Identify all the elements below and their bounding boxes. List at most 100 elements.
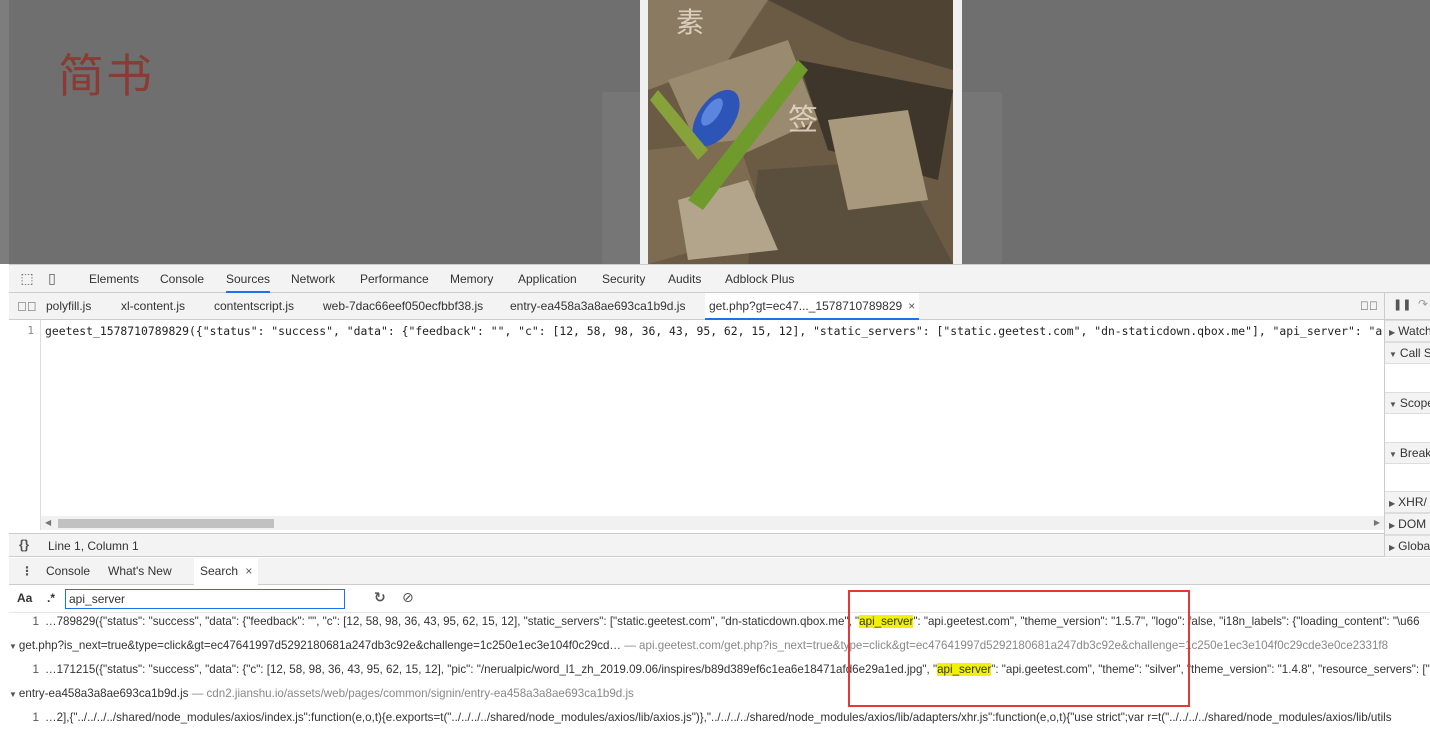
result-text-before: …171215({"status": "success", "data": {"…: [45, 663, 938, 676]
tab-application[interactable]: Application: [518, 265, 577, 293]
pane-label: Call S: [1399, 346, 1430, 360]
svg-text:素: 素: [676, 6, 704, 39]
code-line[interactable]: geetest_1578710789829({"status": "succes…: [45, 324, 1383, 338]
file-tab-get-php[interactable]: get.php?gt=ec47..._1578710789829 ×: [705, 293, 920, 320]
pane-label: DOM: [1398, 517, 1427, 531]
pane-scope[interactable]: ▼Scope: [1385, 392, 1430, 414]
inspect-element-icon[interactable]: ⬚: [19, 270, 35, 286]
close-tab-icon[interactable]: ×: [908, 299, 915, 313]
viewport-edge: [0, 0, 9, 264]
editor-status-bar: {} Line 1, Column 1: [9, 533, 1384, 557]
result-line-number: 1: [32, 615, 39, 628]
drawer-menu-icon[interactable]: ⋮: [21, 558, 33, 585]
file-tab-xl-content[interactable]: xl-content.js: [121, 293, 185, 320]
tab-console[interactable]: Console: [160, 265, 204, 293]
horizontal-scrollbar[interactable]: ◀ ▶: [41, 516, 1384, 530]
expand-icon: ▶: [1389, 328, 1396, 337]
navigator-toggle-icon[interactable]: ▸⃞: [17, 293, 37, 320]
search-input[interactable]: [65, 589, 345, 609]
pane-xhr-breakpoints[interactable]: ▶ XHR/: [1385, 491, 1430, 513]
drawer-tabbar: ⋮ Console What's New Search ×: [9, 558, 1430, 585]
source-file-tabs: ▸⃞ polyfill.js xl-content.js contentscri…: [9, 293, 1384, 320]
close-drawer-tab-icon[interactable]: ×: [245, 564, 252, 578]
tab-elements[interactable]: Elements: [89, 265, 139, 293]
drawer-tab-search-label: Search: [200, 564, 239, 578]
clear-icon[interactable]: ⊘: [402, 589, 414, 606]
device-toolbar-icon[interactable]: ▯: [44, 270, 60, 286]
result-file-name: get.php?is_next=true&type=click&gt=ec476…: [18, 639, 622, 652]
pane-label: Watch: [1398, 324, 1430, 338]
collapse-icon: ▼: [9, 690, 17, 699]
captcha-image[interactable]: 素 签: [648, 0, 953, 264]
match-case-toggle[interactable]: Aa: [17, 591, 32, 605]
pane-label: Scope: [1399, 396, 1430, 410]
search-result-line[interactable]: 1 …789829({"status": "success", "data": {…: [9, 615, 1430, 631]
drawer-tab-search[interactable]: Search ×: [194, 558, 259, 585]
scroll-left-icon[interactable]: ◀: [45, 516, 51, 530]
scrollbar-thumb[interactable]: [58, 519, 274, 528]
refresh-icon[interactable]: ↻: [374, 589, 386, 606]
line-number: 1: [27, 324, 34, 337]
pane-dom-breakpoints[interactable]: ▶ DOM: [1385, 513, 1430, 535]
code-editor[interactable]: 1 geetest_1578710789829({"status": "succ…: [9, 320, 1384, 546]
result-match: api_server: [937, 663, 992, 676]
result-file-url: — cdn2.jianshu.io/assets/web/pages/commo…: [188, 687, 634, 700]
pane-label: XHR/: [1398, 495, 1427, 509]
result-line-number: 1: [32, 711, 39, 724]
debugger-toolbar: ❚❚ ↷: [1385, 293, 1430, 320]
file-tab-contentscript[interactable]: contentscript.js: [214, 293, 294, 320]
collapse-icon: ▼: [1389, 450, 1397, 459]
cursor-position: Line 1, Column 1: [48, 539, 139, 553]
tab-security[interactable]: Security: [602, 265, 645, 293]
pane-call-stack[interactable]: ▼ Call S: [1385, 342, 1430, 364]
devtools-panel: ⬚ ▯ Elements Console Sources Network Per…: [9, 264, 1430, 738]
scroll-right-icon[interactable]: ▶: [1374, 516, 1380, 530]
search-result-file[interactable]: ▼ get.php?is_next=true&type=click&gt=ec47…: [9, 639, 1430, 655]
tab-adblock-plus[interactable]: Adblock Plus: [725, 265, 794, 293]
result-match: api_server: [859, 615, 914, 628]
collapse-icon: ▼: [9, 642, 17, 651]
pane-label: Break: [1399, 446, 1430, 460]
drawer-tab-console[interactable]: Console: [46, 558, 90, 585]
result-text-before: …2],{"../../../../shared/node_modules/ax…: [45, 711, 1392, 724]
result-file-name: entry-ea458a3a8ae693ca1b9d.js: [18, 687, 189, 700]
expand-icon: ▶: [1389, 499, 1396, 508]
pane-watch[interactable]: ▶ Watch: [1385, 320, 1430, 342]
file-tab-entry[interactable]: entry-ea458a3a8ae693ca1b9d.js: [510, 293, 685, 320]
tab-sources[interactable]: Sources: [226, 265, 271, 293]
pane-label: Globa: [1398, 539, 1430, 553]
drawer-tab-whats-new[interactable]: What's New: [108, 558, 172, 585]
tab-memory[interactable]: Memory: [450, 265, 493, 293]
result-file-url: — api.geetest.com/get.php?is_next=true&t…: [621, 639, 1389, 652]
result-text-before: …789829({"status": "success", "data": {"…: [45, 615, 860, 628]
site-logo: 简书: [58, 49, 154, 103]
regex-toggle[interactable]: .*: [47, 591, 55, 605]
search-toolbar: Aa .* ↻ ⊘: [9, 585, 1430, 613]
tab-audits[interactable]: Audits: [668, 265, 701, 293]
file-tab-polyfill[interactable]: polyfill.js: [46, 293, 91, 320]
search-results: 1 …789829({"status": "success", "data": {…: [9, 613, 1430, 738]
expand-icon: ▶: [1389, 521, 1396, 530]
file-tab-web-bundle[interactable]: web-7dac66eef050ecfbbf38.js: [323, 293, 483, 320]
expand-icon: ▶: [1389, 543, 1396, 552]
result-line-number: 1: [32, 663, 39, 676]
step-over-icon[interactable]: ↷: [1418, 297, 1428, 311]
page-viewport: 简书 素 签: [0, 0, 1430, 264]
pane-breakpoints[interactable]: ▼ Break: [1385, 442, 1430, 464]
pretty-print-button[interactable]: {}: [19, 537, 29, 552]
file-tab-get-php-label: get.php?gt=ec47..._1578710789829: [709, 299, 903, 313]
svg-text:签: 签: [788, 103, 818, 138]
search-result-line[interactable]: 1 …2],{"../../../../shared/node_modules/a…: [9, 711, 1430, 727]
pane-global-listeners[interactable]: ▶ Globa: [1385, 535, 1430, 557]
result-text-after: ": "api.geetest.com", "theme": "silver",…: [991, 663, 1430, 676]
search-result-file[interactable]: ▼ entry-ea458a3a8ae693ca1b9d.js — cdn2.ji…: [9, 687, 1430, 703]
debugger-sidebar: ❚❚ ↷ ▶Watch ▼Call S ▼Scope ▼Break ▶XHR/ …: [1384, 293, 1430, 557]
captcha-frame: 素 签: [640, 0, 962, 264]
search-result-line[interactable]: 1 …171215({"status": "success", "data": {…: [9, 663, 1430, 679]
tab-network[interactable]: Network: [291, 265, 335, 293]
devtools-main-tabbar: ⬚ ▯ Elements Console Sources Network Per…: [9, 265, 1430, 293]
pause-icon[interactable]: ❚❚: [1393, 298, 1411, 311]
result-text-after: ": "api.geetest.com", "theme_version": "…: [913, 615, 1420, 628]
tab-performance[interactable]: Performance: [360, 265, 429, 293]
debugger-toggle-icon[interactable]: ◂⃞: [1360, 293, 1378, 320]
